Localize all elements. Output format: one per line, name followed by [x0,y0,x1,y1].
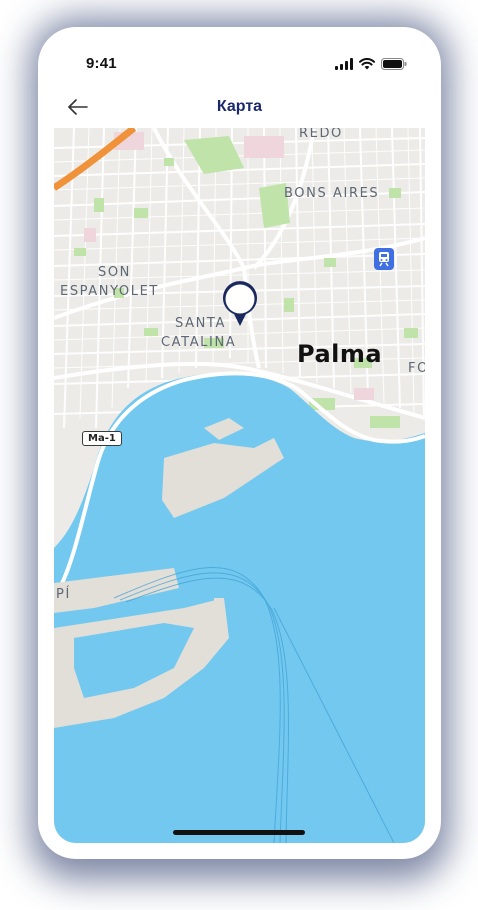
wifi-icon [359,57,375,75]
map-label-redo: REDO [299,128,343,141]
map-label-bons-aires: BONS AIRES [284,186,380,201]
cellular-signal-icon [335,57,353,75]
map-canvas [54,128,425,843]
map-label-espanyolet: ESPANYOLET [60,284,159,299]
battery-icon [381,57,407,75]
status-icons [335,57,407,75]
road-shield-ma1: Ma-1 [82,431,122,446]
map-view[interactable]: REDO BONS AIRES SON ESPANYOLET SANTA CAT… [54,128,425,843]
map-label-pi: PÍ [56,587,71,602]
train-station-icon[interactable] [374,248,394,270]
map-label-santa: SANTA [175,316,226,331]
home-indicator [173,830,305,835]
map-label-catalina: CATALINA [161,335,237,350]
map-label-son: SON [98,265,132,280]
map-label-city: Palma [297,340,383,368]
status-time: 9:41 [86,55,117,72]
location-pin-icon[interactable] [221,280,259,328]
page-title: Карта [216,98,263,115]
nav-bar: Карта [38,89,441,129]
map-label-fo: FO [408,361,425,376]
phone-frame: 9:41 Карта REDO BONS AIRES SON ESPANYOLE… [38,27,441,859]
